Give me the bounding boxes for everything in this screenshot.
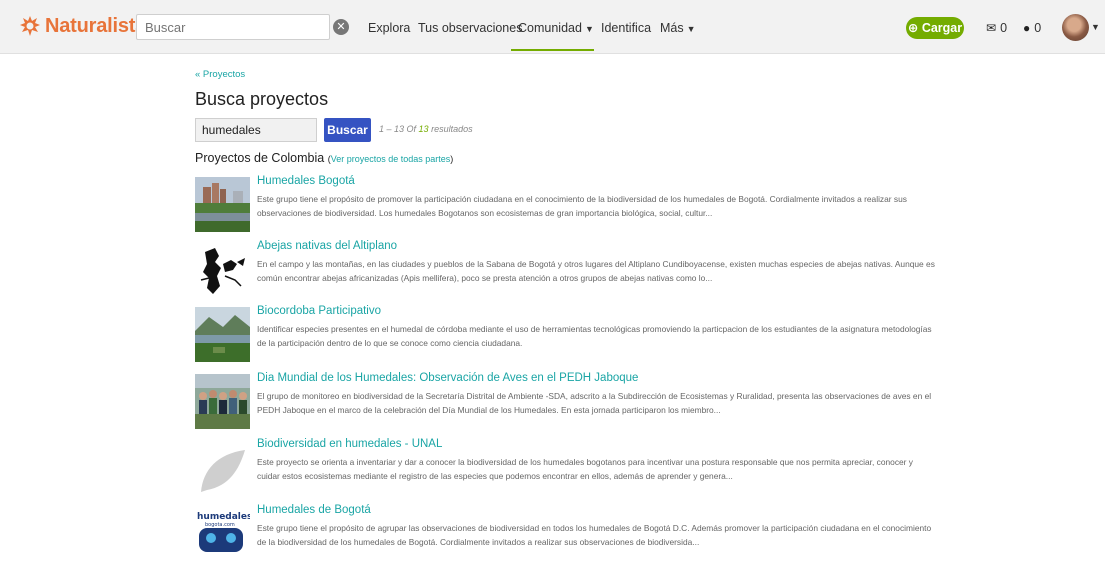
project-item: Dia Mundial de los Humedales: Observació… xyxy=(195,372,935,432)
nav-comunidad[interactable]: Comunidad ▼ xyxy=(511,21,594,51)
bird-logo-icon xyxy=(20,16,40,36)
project-thumbnail[interactable] xyxy=(195,177,250,232)
see-all-projects-link[interactable]: Ver proyectos de todas partes xyxy=(331,154,451,164)
nav-label: Más xyxy=(660,21,684,35)
back-to-projects-link[interactable]: « Proyectos xyxy=(195,69,245,80)
project-item: Biocordoba Participativo Identificar esp… xyxy=(195,305,935,365)
chevron-down-icon[interactable]: ▼ xyxy=(1091,22,1100,32)
results-total: 13 xyxy=(418,124,429,134)
wetland-mountain-photo-icon xyxy=(195,307,250,362)
project-title-link[interactable]: Biocordoba Participativo xyxy=(257,305,381,317)
project-description: El grupo de monitoreo en biodiversidad d… xyxy=(257,391,932,415)
project-item: humedales bogota.com Humedales de Bogotá… xyxy=(195,504,935,564)
logo-text: Naturalista xyxy=(45,14,147,37)
wetland-city-photo-icon xyxy=(195,177,250,232)
upload-label: Cargar xyxy=(921,21,963,35)
project-description: Este grupo tiene el propósito de agrupar… xyxy=(257,523,932,547)
project-thumbnail[interactable] xyxy=(195,307,250,362)
project-title-link[interactable]: Humedales Bogotá xyxy=(257,175,355,187)
project-thumbnail[interactable] xyxy=(195,440,250,495)
user-avatar[interactable] xyxy=(1062,14,1089,41)
nav-label: Identifica xyxy=(601,21,652,35)
clear-search-icon[interactable]: ✕ xyxy=(333,19,349,35)
humedales-logo-icon: humedales bogota.com xyxy=(195,506,250,561)
envelope-icon: ✉ xyxy=(986,21,997,35)
project-thumbnail[interactable] xyxy=(195,374,250,429)
project-item: Humedales Bogotá Este grupo tiene el pro… xyxy=(195,175,935,235)
project-description: En el campo y las montañas, en las ciuda… xyxy=(257,259,935,283)
search-button[interactable]: Buscar xyxy=(324,118,371,142)
results-suffix: resultados xyxy=(431,124,473,134)
project-title-link[interactable]: Biodiversidad en humedales - UNAL xyxy=(257,438,442,450)
bee-map-silhouette-icon xyxy=(195,242,250,297)
results-count: 1 – 13 Of 13 resultados xyxy=(379,124,473,134)
messages-count: 0 xyxy=(1000,21,1008,35)
nav-mas[interactable]: Más ▼ xyxy=(660,21,696,35)
logo-word: humedales xyxy=(197,512,250,522)
project-description: Este proyecto se orienta a inventariar y… xyxy=(257,457,913,481)
upload-icon: ⊕ xyxy=(907,21,919,35)
notifications-count: 0 xyxy=(1034,21,1042,35)
section-title: Proyectos de Colombia (Ver proyectos de … xyxy=(195,151,453,165)
project-description: Este grupo tiene el propósito de promove… xyxy=(257,194,907,218)
project-item: Abejas nativas del Altiplano En el campo… xyxy=(195,240,935,300)
chevron-down-icon: ▼ xyxy=(584,24,594,34)
project-title-link[interactable]: Dia Mundial de los Humedales: Observació… xyxy=(257,372,638,384)
project-title-link[interactable]: Humedales de Bogotá xyxy=(257,504,371,516)
section-title-text: Proyectos de Colombia xyxy=(195,151,325,165)
page-title: Busca proyectos xyxy=(195,89,329,109)
nav-explora[interactable]: Explora xyxy=(368,21,410,35)
speech-bubble-icon: ● xyxy=(1023,21,1031,35)
top-navbar: Naturalista ✕ Explora Tus observaciones … xyxy=(0,0,1105,54)
section-paren: ) xyxy=(450,154,454,164)
project-item: Biodiversidad en humedales - UNAL Este p… xyxy=(195,438,935,498)
nav-label: Explora xyxy=(368,21,411,35)
project-search-input[interactable]: humedales xyxy=(195,118,317,142)
naturalista-logo[interactable]: Naturalista xyxy=(19,13,146,39)
global-search-input[interactable] xyxy=(137,15,329,39)
logo-sub: bogota.com xyxy=(205,522,235,528)
results-prefix: 1 – 13 Of xyxy=(379,124,417,134)
global-search xyxy=(136,14,330,40)
project-description: Identificar especies presentes en el hum… xyxy=(257,324,932,348)
notifications-counter[interactable]: ● 0 xyxy=(1023,21,1041,35)
leaf-placeholder-icon xyxy=(195,440,250,495)
project-title-link[interactable]: Abejas nativas del Altiplano xyxy=(257,240,397,252)
nav-tus-observaciones[interactable]: Tus observaciones xyxy=(418,21,522,35)
upload-button[interactable]: ⊕ Cargar xyxy=(906,17,964,39)
chevron-down-icon: ▼ xyxy=(686,24,696,34)
messages-counter[interactable]: ✉ 0 xyxy=(986,21,1007,35)
project-thumbnail[interactable]: humedales bogota.com xyxy=(195,506,250,561)
nav-identifica[interactable]: Identifica xyxy=(601,21,651,35)
nav-label: Tus observaciones xyxy=(418,21,523,35)
group-photo-icon xyxy=(195,374,250,429)
project-thumbnail[interactable] xyxy=(195,242,250,297)
nav-label: Comunidad xyxy=(518,21,582,35)
